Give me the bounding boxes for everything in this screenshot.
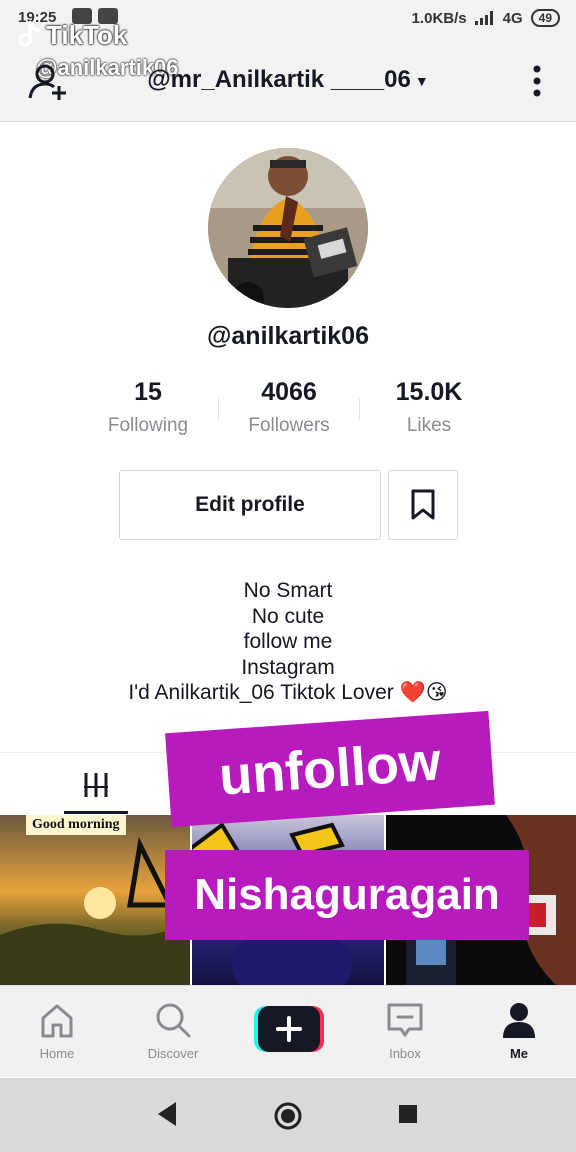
header-title[interactable]: @mr_Anilkartik ____06 ▼ [0,66,576,94]
bio-line: No cute [251,604,325,628]
nav-me[interactable]: Me [464,1000,574,1061]
favorites-button[interactable] [388,470,458,540]
video-thumbnail-caption: Good morning [26,815,126,835]
stat-following-value: 15 [134,378,162,406]
search-icon [156,1003,191,1038]
back-icon[interactable] [156,1100,180,1128]
edit-profile-button[interactable]: Edit profile [119,470,381,540]
watermark-logo: TikTok [14,20,179,51]
person-icon [503,1003,535,1038]
sticker-text-bottom: Nishaguragain [165,850,529,940]
sunset-thumbnail-art [0,837,190,985]
battery-icon: 49 [530,9,560,27]
stat-followers-label: Followers [248,415,330,436]
profile-username: @anilkartik06 [207,322,369,350]
stat-following[interactable]: 15 Following [78,378,218,437]
active-tab-indicator [64,811,128,814]
status-right: 1.0KB/s 4G 49 [412,9,560,27]
bio-line: follow me [243,630,333,654]
stat-following-label: Following [107,415,189,436]
bio-line: No Smart [243,579,333,602]
header-title-text: @mr_Anilkartik ____06 [147,66,411,93]
create-video-button[interactable] [254,1006,324,1052]
watermark-app-name: TikTok [46,20,128,50]
nav-discover[interactable]: Discover [118,1000,228,1061]
avatar-photo [208,148,368,308]
signal-icon [474,11,493,25]
bio-line: I'd Anilkartik_06 Tiktok Lover ❤️😘 [128,681,448,705]
nav-discover-label: Discover [147,1046,199,1061]
stat-followers-value: 4066 [261,378,317,406]
nav-inbox-label: Inbox [389,1046,421,1061]
stat-followers[interactable]: 4066 Followers [219,378,359,437]
stat-likes-label: Likes [406,415,452,436]
system-navigation-bar [0,1078,576,1152]
inbox-icon [387,1003,423,1037]
nav-home[interactable]: Home [2,1000,112,1061]
tiktok-logo-icon [18,20,41,47]
network-speed: 1.0KB/s [411,9,467,27]
home-icon [41,1004,73,1038]
profile-header: @mr_Anilkartik ____06 ▼ [0,56,576,106]
stat-likes-value: 15.0K [395,378,463,406]
bio-line: Instagram [241,655,335,679]
more-options-icon[interactable] [522,64,552,98]
bookmark-icon [411,489,435,520]
profile-bio: No Smart No cute follow me Instagram I'd… [0,578,576,706]
nav-inbox[interactable]: Inbox [350,1000,460,1061]
videos-grid-tab-icon[interactable] [66,769,126,811]
avatar[interactable] [208,148,368,308]
nav-home-label: Home [39,1046,75,1061]
stat-likes[interactable]: 15.0K Likes [359,378,499,437]
home-circle-icon[interactable] [273,1101,303,1131]
network-type: 4G [502,9,523,27]
nav-me-label: Me [509,1046,529,1061]
video-thumbnail[interactable]: Good morning [0,815,190,985]
recent-apps-icon[interactable] [398,1104,418,1124]
bottom-navigation: Home Discover Inbox Me [0,985,576,1077]
caret-down-icon: ▼ [414,72,429,89]
